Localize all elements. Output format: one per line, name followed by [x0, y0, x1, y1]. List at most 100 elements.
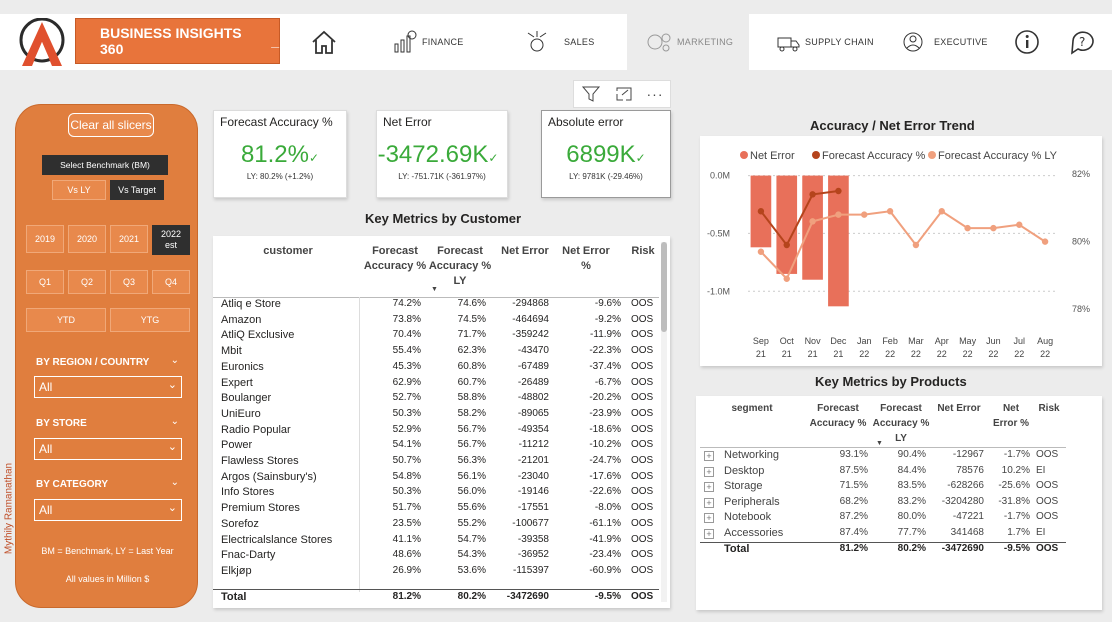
year-2020-button[interactable]: 2020: [68, 225, 106, 253]
cell-value: EI: [1036, 527, 1046, 538]
chevron-down-icon[interactable]: ⌄: [171, 416, 179, 427]
col-risk[interactable]: Risk: [623, 244, 663, 259]
clear-slicers-button[interactable]: Clear all slicers: [68, 113, 154, 137]
cell-value: -11.9%: [590, 329, 621, 341]
expand-icon[interactable]: +: [704, 466, 714, 477]
q4-button[interactable]: Q4: [152, 270, 190, 294]
table-row[interactable]: Radio Popular 52.9% 56.7% -49354 -18.6% OOS: [213, 424, 659, 440]
cell-value: 71.7%: [457, 329, 486, 341]
chevron-down-icon[interactable]: ⌄: [171, 355, 179, 366]
nav-executive[interactable]: EXECUTIVE: [898, 14, 998, 70]
col-risk[interactable]: Risk: [1032, 401, 1066, 416]
filter-icon[interactable]: [581, 85, 601, 103]
table-row[interactable]: + Desktop 87.5% 84.4% 78576 10.2% EI: [696, 465, 1076, 481]
table-row[interactable]: Sorefoz 23.5% 55.2% -100677 -61.1% OOS: [213, 518, 659, 534]
table-row[interactable]: Atliq e Store 74.2% 74.6% -294868 -9.6% OOS: [213, 298, 659, 314]
home-icon: [312, 30, 336, 54]
col-customer[interactable]: customer: [248, 244, 328, 259]
region-dropdown[interactable]: All ⌄: [34, 376, 182, 398]
table-row[interactable]: Expert 62.9% 60.7% -26489 -6.7% OOS: [213, 377, 659, 393]
table-row[interactable]: Fnac-Darty 48.6% 54.3% -36952 -23.4% OOS: [213, 549, 659, 565]
table-row[interactable]: Flawless Stores 50.7% 56.3% -21201 -24.7% OOS: [213, 455, 659, 471]
year-2021-button[interactable]: 2021: [110, 225, 148, 253]
more-options-icon[interactable]: ···: [647, 86, 664, 102]
table-row[interactable]: Premium Stores 51.7% 55.6% -17551 -8.0% OOS: [213, 502, 659, 518]
nav-help[interactable]: ?: [1068, 14, 1102, 70]
check-icon: ✓: [488, 151, 499, 165]
cell-value: -26489: [517, 376, 549, 388]
sort-desc-icon[interactable]: ▼: [876, 440, 883, 447]
expand-icon[interactable]: +: [704, 529, 714, 539]
cell-value: 70.4%: [392, 329, 421, 341]
nav-info[interactable]: [1013, 14, 1045, 70]
col-segment[interactable]: segment: [716, 401, 788, 416]
col-forecast-accuracy-ly[interactable]: Forecast Accuracy % LY: [428, 244, 492, 289]
table-row[interactable]: Mbit 55.4% 62.3% -43470 -22.3% OOS: [213, 345, 659, 361]
accuracy-ly-point: [912, 241, 920, 249]
table-row[interactable]: + Peripherals 68.2% 83.2% -3204280 -31.8% OOS: [696, 496, 1076, 512]
year-2022-button[interactable]: 2022 est: [152, 225, 190, 255]
table-row[interactable]: Elkjøp 26.9% 53.6% -115397 -60.9% OOS: [213, 565, 659, 581]
cell-value: 41.1%: [392, 533, 421, 545]
table-row[interactable]: Power 54.1% 56.7% -11212 -10.2% OOS: [213, 439, 659, 455]
cell-value: 55.6%: [457, 502, 486, 514]
focus-mode-icon[interactable]: [614, 85, 634, 103]
category-dropdown[interactable]: All ⌄: [34, 499, 182, 521]
q3-button[interactable]: Q3: [110, 270, 148, 294]
finance-icon: [394, 30, 417, 53]
expand-icon[interactable]: +: [704, 451, 714, 461]
col-net-error-pct[interactable]: Net Error %: [560, 244, 612, 274]
net-error-bar: [776, 175, 798, 274]
table-row[interactable]: Boulanger 52.7% 58.8% -48802 -20.2% OOS: [213, 392, 659, 408]
ytd-button[interactable]: YTD: [26, 308, 106, 332]
scrollbar-track[interactable]: [661, 242, 667, 602]
table-row[interactable]: Euronics 45.3% 60.8% -67489 -37.4% OOS: [213, 361, 659, 377]
brand-suffix: _: [271, 33, 279, 49]
nav-marketing[interactable]: MARKETING: [627, 14, 749, 70]
product-rows: + Networking 93.1% 90.4% -12967 -1.7% OOS + Desk…: [696, 449, 1096, 555]
expand-icon[interactable]: +: [704, 497, 714, 508]
q2-button[interactable]: Q2: [68, 270, 106, 294]
chevron-down-icon[interactable]: ⌄: [171, 477, 179, 488]
total-divider: [700, 542, 1066, 543]
nav-home[interactable]: [310, 14, 350, 70]
customer-rows: Atliq e Store 74.2% 74.6% -294868 -9.6% OOS Am…: [213, 298, 659, 587]
table-row[interactable]: + Notebook 87.2% 80.0% -47221 -1.7% OOS: [696, 511, 1076, 527]
table-row[interactable]: UniEuro 50.3% 58.2% -89065 -23.9% OOS: [213, 408, 659, 424]
col-net-error[interactable]: Net Error: [495, 244, 555, 259]
table-row[interactable]: AtliQ Exclusive 70.4% 71.7% -359242 -11.9% OO…: [213, 329, 659, 345]
ytg-button[interactable]: YTG: [110, 308, 190, 332]
x-axis-tick-month: Jul: [1013, 336, 1025, 346]
table-row[interactable]: Info Stores 50.3% 56.0% -19146 -22.6% OOS: [213, 486, 659, 502]
nav-sales[interactable]: SALES: [524, 14, 624, 70]
sort-desc-icon[interactable]: ▼: [431, 286, 438, 293]
vs-ly-button[interactable]: Vs LY: [52, 180, 106, 200]
table-row[interactable]: Electricalslance Stores 41.1% 54.7% -39358 -…: [213, 534, 659, 550]
scrollbar-thumb[interactable]: [661, 242, 667, 332]
x-axis-tick-year: 22: [859, 349, 869, 359]
cell-value: 54.7%: [457, 533, 486, 545]
q1-button[interactable]: Q1: [26, 270, 64, 294]
nav-finance[interactable]: FINANCE: [392, 14, 502, 70]
cell-value: -18.6%: [589, 423, 621, 435]
table-row[interactable]: Argos (Sainsbury's) 54.8% 56.1% -23040 -17.6…: [213, 471, 659, 487]
year-2019-button[interactable]: 2019: [26, 225, 64, 253]
cell-value: 56.7%: [457, 423, 486, 435]
x-axis-tick-year: 22: [937, 349, 947, 359]
table-row[interactable]: + Accessories 87.4% 77.7% 341468 1.7% EI: [696, 527, 1076, 543]
vs-target-button[interactable]: Vs Target: [110, 180, 164, 200]
col-forecast-accuracy[interactable]: Forecast Accuracy %: [804, 401, 872, 431]
customer-name: Amazon: [221, 313, 262, 326]
table-row[interactable]: + Storage 71.5% 83.5% -628266 -25.6% OOS: [696, 480, 1076, 496]
cell-value: 87.5%: [839, 464, 868, 476]
col-net-error[interactable]: Net Error: [930, 401, 988, 416]
nav-supply-chain[interactable]: SUPPLY CHAIN: [775, 14, 885, 70]
table-row[interactable]: Amazon 73.8% 74.5% -464694 -9.2% OOS: [213, 314, 659, 330]
col-forecast-accuracy[interactable]: Forecast Accuracy %: [363, 244, 427, 274]
table-row[interactable]: + Networking 93.1% 90.4% -12967 -1.7% OOS: [696, 449, 1076, 465]
store-dropdown[interactable]: All ⌄: [34, 438, 182, 460]
cell-value: OOS: [631, 455, 654, 466]
expand-icon[interactable]: +: [704, 482, 714, 493]
col-net-error-pct[interactable]: Net Error %: [990, 401, 1032, 431]
expand-icon[interactable]: +: [704, 513, 714, 524]
